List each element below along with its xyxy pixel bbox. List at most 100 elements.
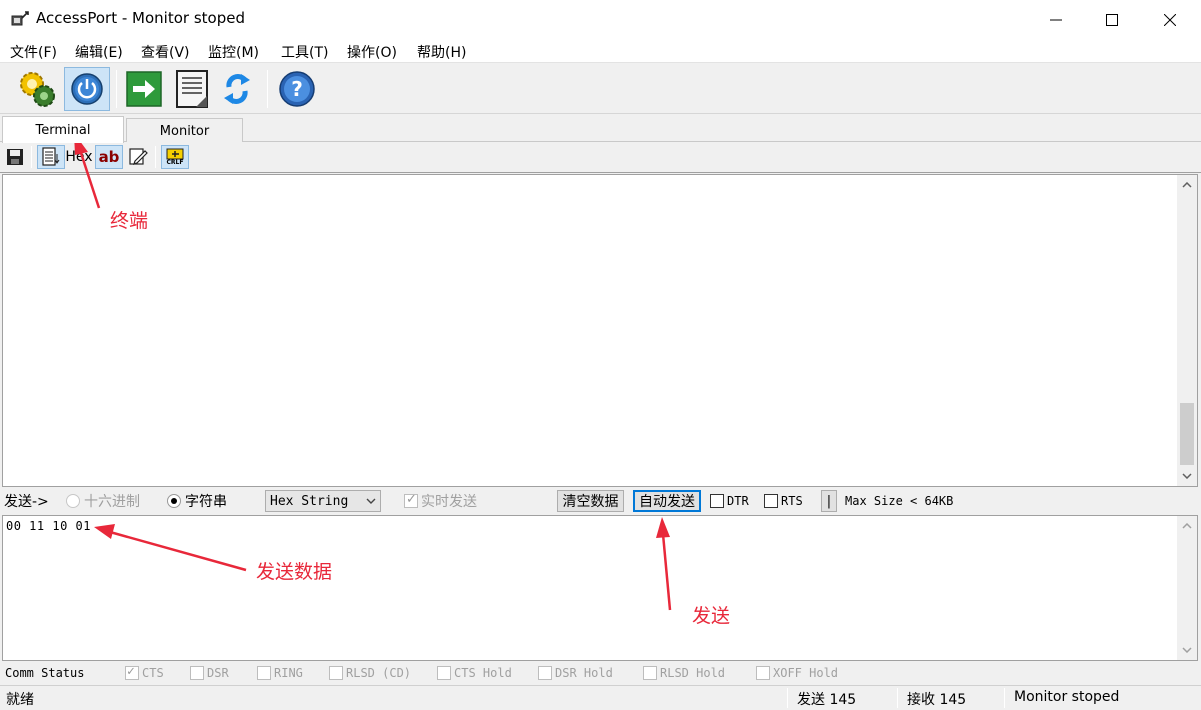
status-bar: 就绪 发送 145 接收 145 Monitor stoped <box>0 685 1201 710</box>
annotation-send: 发送 <box>692 605 731 627</box>
minimize-button[interactable] <box>1027 0 1085 39</box>
send-scrollbar[interactable] <box>1177 516 1197 660</box>
main-toolbar: ? <box>0 64 1201 114</box>
comm-cts-label: CTS <box>142 666 164 680</box>
run-arrow-icon[interactable] <box>121 67 167 111</box>
menu-tools[interactable]: 工具(T) <box>281 42 328 62</box>
annotation-send-data: 发送数据 <box>256 561 333 583</box>
comm-dsr-hold: DSR Hold <box>538 665 613 681</box>
settings-gear-icon[interactable] <box>14 67 60 111</box>
menu-monitor[interactable]: 监控(M) <box>208 42 259 62</box>
comm-dsr: DSR <box>190 665 229 681</box>
format-select[interactable]: Hex String <box>265 490 381 512</box>
radio-hex-label: 十六进制 <box>84 494 140 510</box>
comm-dsr-hold-label: DSR Hold <box>555 666 613 680</box>
clear-data-button[interactable]: 清空数据 <box>557 490 624 512</box>
scroll-down-icon[interactable] <box>1177 640 1197 660</box>
status-ready: 就绪 <box>6 692 34 708</box>
rts-check <box>764 494 778 508</box>
menu-help[interactable]: 帮助(H) <box>417 42 466 62</box>
auto-send-button[interactable]: 自动发送 <box>633 490 701 512</box>
format-select-value: Hex String <box>270 493 349 509</box>
dtr-check <box>710 494 724 508</box>
comm-status-bar: Comm Status CTS DSR RING RLSD (CD) CTS H… <box>0 662 1201 684</box>
realtime-send-check <box>404 492 418 508</box>
comm-rlsd-hold-check <box>643 666 657 680</box>
radio-string-label: 字符串 <box>185 494 227 510</box>
help-icon[interactable]: ? <box>274 67 320 111</box>
realtime-send-label: 实时发送 <box>421 494 477 510</box>
close-button[interactable] <box>1141 0 1199 39</box>
send-label: 发送-> <box>4 494 49 510</box>
document-icon[interactable] <box>169 67 215 111</box>
hex-mode-label[interactable]: Hex <box>65 145 92 169</box>
rts-checkbox[interactable]: RTS <box>764 491 803 511</box>
comm-cts-hold-label: CTS Hold <box>454 666 512 680</box>
tab-terminal[interactable]: Terminal <box>2 116 124 143</box>
toolbar-separator <box>155 146 156 168</box>
tab-strip: Terminal Monitor <box>0 115 1201 143</box>
comm-ring: RING <box>257 665 303 681</box>
refresh-icon[interactable] <box>214 67 260 111</box>
tab-monitor[interactable]: Monitor <box>126 118 243 143</box>
status-sent-count: 发送 145 <box>797 692 857 708</box>
comm-status-label: Comm Status <box>5 666 85 680</box>
chevron-down-icon <box>366 494 376 511</box>
scroll-up-icon[interactable] <box>1177 516 1197 536</box>
ab-text-mode-button[interactable]: ab <box>95 145 123 169</box>
pipe-button[interactable]: | <box>821 490 837 512</box>
send-options-bar: 发送-> 十六进制 字符串 Hex String 实时发送 清空数据 自动发送 … <box>0 488 1201 514</box>
power-icon[interactable] <box>64 67 110 111</box>
radio-string[interactable]: 字符串 <box>167 491 227 511</box>
rts-label: RTS <box>781 494 803 508</box>
menu-file[interactable]: 文件(F) <box>10 42 57 62</box>
toolbar-separator <box>267 70 268 108</box>
max-size-label: Max Size < 64KB <box>845 494 954 508</box>
comm-rlsd: RLSD (CD) <box>329 665 411 681</box>
status-received-count: 接收 145 <box>907 692 967 708</box>
menu-operate[interactable]: 操作(O) <box>347 42 397 62</box>
scroll-up-icon[interactable] <box>1177 175 1197 195</box>
toolbar-separator <box>116 70 117 108</box>
comm-cts-hold-check <box>437 666 451 680</box>
send-data-text[interactable]: 00 11 10 01 <box>6 519 91 533</box>
comm-rlsd-hold: RLSD Hold <box>643 665 725 681</box>
radio-hex[interactable]: 十六进制 <box>66 491 140 511</box>
title-bar: AccessPort - Monitor stoped <box>0 0 1201 39</box>
edit-note-icon[interactable] <box>126 145 150 169</box>
terminal-toolbar: Hex ab CRLF <box>0 142 1201 173</box>
annotation-terminal: 终端 <box>110 210 149 232</box>
comm-rlsd-hold-label: RLSD Hold <box>660 666 726 680</box>
comm-rlsd-label: RLSD (CD) <box>346 666 412 680</box>
comm-dsr-hold-check <box>538 666 552 680</box>
comm-xoff-hold-check <box>756 666 770 680</box>
toolbar-separator <box>31 146 32 168</box>
maximize-button[interactable] <box>1083 0 1141 39</box>
save-icon[interactable] <box>4 145 26 169</box>
comm-dsr-check <box>190 666 204 680</box>
svg-text:?: ? <box>291 77 303 101</box>
crlf-label: CRLF <box>166 159 184 166</box>
status-monitor-state: Monitor stoped <box>1014 689 1120 705</box>
dtr-checkbox[interactable]: DTR <box>710 491 749 511</box>
comm-cts-hold: CTS Hold <box>437 665 512 681</box>
menu-view[interactable]: 查看(V) <box>141 42 190 62</box>
status-separator <box>1004 688 1005 708</box>
radio-hex-indicator <box>66 494 80 508</box>
terminal-scrollbar[interactable] <box>1177 175 1197 486</box>
terminal-receive-area[interactable] <box>2 174 1198 487</box>
dtr-label: DTR <box>727 494 749 508</box>
status-separator <box>897 688 898 708</box>
scroll-down-icon[interactable] <box>1177 466 1197 486</box>
window-title: AccessPort - Monitor stoped <box>36 9 245 27</box>
crlf-icon[interactable]: CRLF <box>161 145 189 169</box>
comm-ring-check <box>257 666 271 680</box>
hex-display-icon[interactable] <box>37 145 65 169</box>
comm-cts-check <box>125 664 139 680</box>
status-separator <box>787 688 788 708</box>
realtime-send-checkbox[interactable]: 实时发送 <box>404 491 477 511</box>
scroll-thumb[interactable] <box>1180 403 1194 465</box>
send-input-area[interactable]: 00 11 10 01 <box>2 515 1198 661</box>
menu-edit[interactable]: 编辑(E) <box>75 42 123 62</box>
comm-ring-label: RING <box>274 666 303 680</box>
